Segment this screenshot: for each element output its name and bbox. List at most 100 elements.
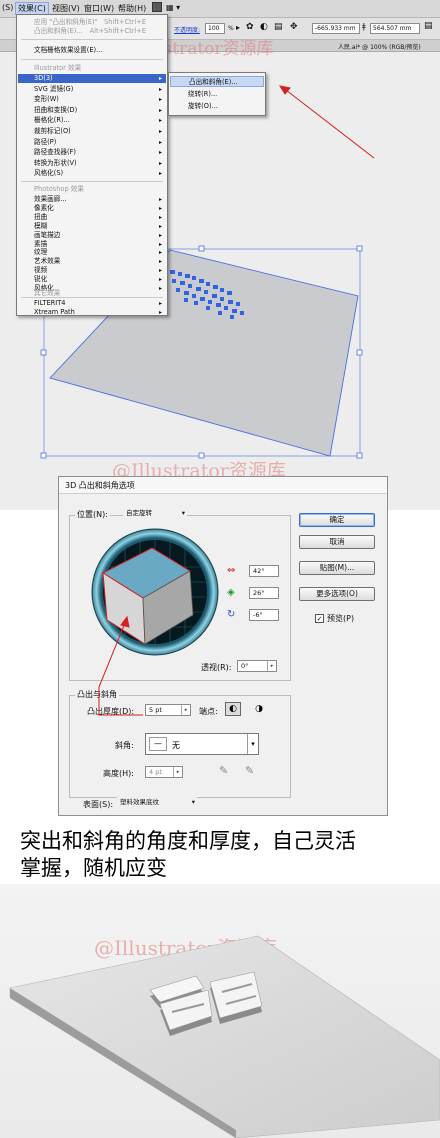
menu-item-illustrator-3[interactable]: 扭曲和变换(D) ▸ xyxy=(18,106,166,115)
illustrator-workspace: (S) 效果(C) 视图(V) 窗口(W) 帮助(H) ▦ ▾ 不透明度: 10… xyxy=(0,0,440,510)
recolor-icon[interactable]: ✿ xyxy=(246,22,254,32)
menu-item-label: SVG 滤镜(G) xyxy=(34,84,74,93)
menu-item-other-1[interactable]: Xtream Path ▸ xyxy=(18,308,166,317)
menu-item-apply-last[interactable]: 应用 "凸出和斜角(E)" Shift+Ctrl+E xyxy=(18,18,166,27)
graphic-style-icon[interactable]: ◐ xyxy=(260,22,268,32)
result-3d-preview: @Illustrator资源库 xyxy=(0,884,440,1138)
menu-header-other: 其它效果 xyxy=(34,289,61,297)
menu-item-photoshop-3[interactable]: 模糊 ▸ xyxy=(18,222,166,231)
menu-item-illustrator-4[interactable]: 栅格化(R)... ▸ xyxy=(18,116,166,125)
submenu-item-rotate[interactable]: 旋转(O)... xyxy=(170,101,264,112)
menu-item-illustrator-1[interactable]: SVG 滤镜(G) ▸ xyxy=(18,85,166,94)
menu-header-photoshop: Photoshop 效果 xyxy=(34,185,84,193)
submenu-arrow-icon: ▸ xyxy=(158,170,162,178)
menu-header-illustrator: Illustrator 效果 xyxy=(34,64,82,72)
submenu-arrow-icon: ▸ xyxy=(158,96,162,104)
menu-item-label: 模糊 xyxy=(34,221,48,230)
menu-item-label: 路径(P) xyxy=(34,137,57,146)
menu-item-label: 裁剪标记(O) xyxy=(34,127,71,135)
menu-item-illustrator-5[interactable]: 裁剪标记(O) ▸ xyxy=(18,127,166,136)
effect-menu-dropdown: 应用 "凸出和斜角(E)" Shift+Ctrl+E 凸出和斜角(E)... Alt… xyxy=(16,14,168,316)
document-tab[interactable]: 人民.ai* @ 100% (RGB/预览) xyxy=(338,42,421,51)
menu-item-label: 扭曲 xyxy=(34,212,48,221)
menu-item-photoshop-1[interactable]: 像素化 ▸ xyxy=(18,204,166,213)
menu-item-illustrator-0[interactable]: 3D(3) ▸ xyxy=(18,74,166,83)
menu-window[interactable]: 窗口(W) xyxy=(84,3,114,14)
menu-item-raster-settings[interactable]: 文档栅格效果设置(E)... xyxy=(18,46,166,55)
opacity-input[interactable]: 100 xyxy=(205,23,225,34)
submenu-arrow-icon: ▸ xyxy=(158,106,162,114)
submenu-arrow-icon: ▸ xyxy=(158,117,162,125)
submenu-arrow-icon: ▸ xyxy=(158,276,162,284)
menu-separator xyxy=(21,59,163,60)
menu-item-illustrator-2[interactable]: 变形(W) ▸ xyxy=(18,95,166,104)
extruded-sheet xyxy=(9,935,440,1138)
caption-text: 突出和斜角的角度和厚度，自己灵活 掌握，随机应变 xyxy=(20,828,430,882)
menu-item-last-effect[interactable]: 凸出和斜角(E)... Alt+Shift+Ctrl+E xyxy=(18,27,166,36)
submenu-arrow-icon: ▸ xyxy=(158,204,162,212)
extrude-bevel-dialog: 3D 凸出和斜角选项 位置(N): 自定旋转 ▾ ⇔ 42° ◈ 26° ↻ -… xyxy=(58,476,388,816)
menu-item-other-0[interactable]: FILTERIT4 ▸ xyxy=(18,299,166,308)
submenu-arrow-icon: ▸ xyxy=(158,128,162,135)
menu-item-photoshop-9[interactable]: 锐化 ▸ xyxy=(18,275,166,284)
menu-item-label: 视频 xyxy=(34,266,48,275)
submenu-item-revolve[interactable]: 绕转(R)... xyxy=(170,89,264,100)
menu-item-label: 艺术效果 xyxy=(34,257,61,266)
submenu-arrow-icon: ▸ xyxy=(158,249,162,257)
menu-item-label: 栅格化(R)... xyxy=(34,116,70,125)
menu-item-illustrator-6[interactable]: 路径(P) ▸ xyxy=(18,138,166,147)
submenu-arrow-icon: ▸ xyxy=(158,231,162,239)
menu-item-label: 变形(W) xyxy=(34,95,59,104)
menu-item-label: 转换为形状(V) xyxy=(34,158,77,167)
menu-select[interactable]: (S) xyxy=(2,3,13,12)
y-position-input[interactable]: 564.507 mm xyxy=(370,23,420,34)
menu-item-label: Xtream Path xyxy=(34,308,75,316)
menu-item-label: 纹理 xyxy=(34,248,48,257)
menu-item-photoshop-8[interactable]: 视频 ▸ xyxy=(18,266,166,275)
submenu-arrow-icon: ▸ xyxy=(158,222,162,230)
submenu-arrow-icon: ▸ xyxy=(158,75,162,82)
menu-item-illustrator-7[interactable]: 路径查找器(F) ▸ xyxy=(18,148,166,157)
submenu-arrow-icon: ▸ xyxy=(158,159,162,167)
menu-item-label: 路径查找器(F) xyxy=(34,148,76,157)
menu-item-photoshop-0[interactable]: 效果画廊... ▸ xyxy=(18,195,166,204)
panel-menu-icon[interactable]: ▤ xyxy=(424,21,433,31)
transform-icon[interactable]: ✥ xyxy=(290,22,298,32)
menu-item-label: FILTERIT4 xyxy=(34,299,66,307)
opacity-percent: % xyxy=(228,25,234,32)
x-position-input[interactable]: -665.933 mm xyxy=(312,23,360,34)
y-axis-icon: ǂ xyxy=(362,22,366,31)
menu-item-label: 画笔描边 xyxy=(34,230,61,239)
submenu-arrow-icon: ▸ xyxy=(158,258,162,266)
menu-item-label: 风格化(S) xyxy=(34,169,64,178)
submenu-3d: 凸出和斜角(E)... 绕转(R)... 旋转(O)... xyxy=(168,72,266,116)
submenu-arrow-icon: ▸ xyxy=(158,149,162,157)
annotation-lines-red xyxy=(98,615,143,716)
submenu-item-extrude-bevel[interactable]: 凸出和斜角(E)... xyxy=(170,76,264,87)
submenu-arrow-icon: ▸ xyxy=(158,196,162,203)
submenu-arrow-icon: ▸ xyxy=(158,213,162,221)
menu-item-illustrator-9[interactable]: 风格化(S) ▸ xyxy=(18,169,166,178)
menu-view[interactable]: 视图(V) xyxy=(52,3,80,14)
submenu-arrow-icon: ▸ xyxy=(158,85,162,93)
menu-item-photoshop-7[interactable]: 艺术效果 ▸ xyxy=(18,257,166,266)
menu-item-photoshop-4[interactable]: 画笔描边 ▸ xyxy=(18,231,166,240)
caption-line-2: 掌握，随机应变 xyxy=(20,856,167,880)
menu-item-label: 素描 xyxy=(34,239,48,248)
arrange-documents-icon[interactable]: ▦ ▾ xyxy=(166,3,180,12)
submenu-arrow-icon: ▸ xyxy=(158,240,162,248)
page-root: (S) 效果(C) 视图(V) 窗口(W) 帮助(H) ▦ ▾ 不透明度: 10… xyxy=(0,0,440,1138)
menu-item-photoshop-2[interactable]: 扭曲 ▸ xyxy=(18,213,166,222)
opacity-label[interactable]: 不透明度: xyxy=(174,25,200,34)
menu-separator xyxy=(21,181,163,182)
submenu-arrow-icon: ▸ xyxy=(158,309,162,316)
menu-item-label: 3D(3) xyxy=(34,74,53,82)
menu-help[interactable]: 帮助(H) xyxy=(118,3,146,14)
submenu-arrow-icon: ▸ xyxy=(158,138,162,146)
align-icon[interactable]: ▤ xyxy=(274,22,283,32)
bridge-icon[interactable] xyxy=(152,2,162,12)
menu-item-label: 像素化 xyxy=(34,203,54,212)
submenu-arrow-icon: ▸ xyxy=(158,267,162,275)
opacity-arrow-icon[interactable]: ▸ xyxy=(236,23,240,32)
menu-item-illustrator-8[interactable]: 转换为形状(V) ▸ xyxy=(18,159,166,168)
